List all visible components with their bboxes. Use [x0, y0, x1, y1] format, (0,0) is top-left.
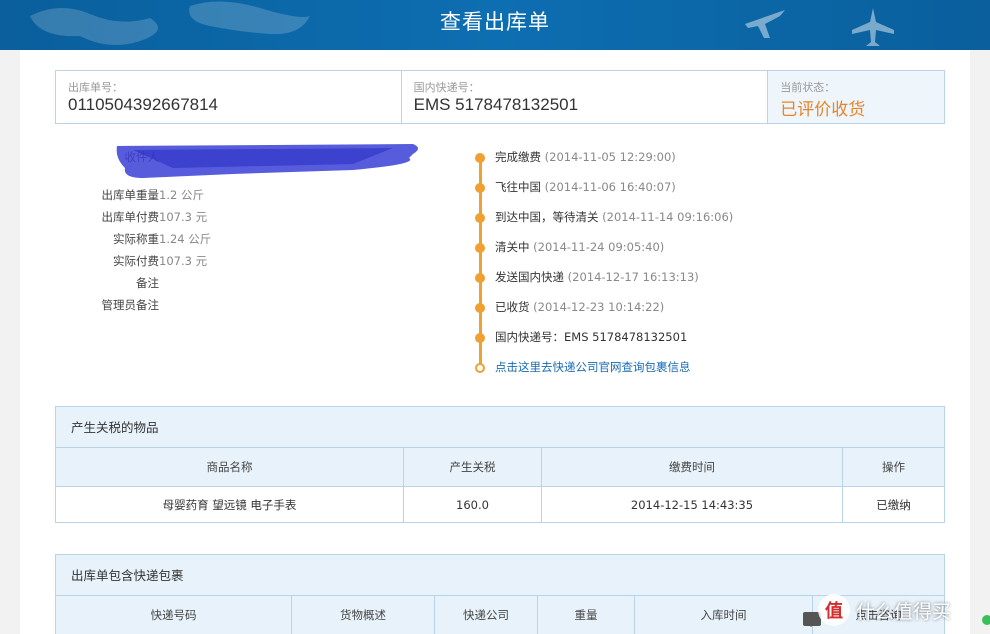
- page-title: 查看出库单: [440, 10, 550, 34]
- online-status-dot: [982, 615, 990, 625]
- shipping-timeline: 完成缴费 (2014-11-05 12:29:00) 飞往中国 (2014-11…: [475, 150, 815, 380]
- fee-label: 出库单付费: [101, 210, 160, 224]
- actual-weight-label: 实际称重: [113, 232, 159, 246]
- order-summary-bar: 出库单号： 0110504392667814 国内快递号： EMS 517847…: [55, 70, 945, 124]
- tax-items-panel: 产生关税的物品 商品名称 产生关税 缴费时间 操作 母婴药育 望远镜 电子手表 …: [55, 406, 945, 523]
- watermark-logo-icon: 值: [818, 594, 850, 626]
- timeline-dot: [475, 303, 485, 313]
- actual-fee-value: 107.3 元: [159, 254, 208, 268]
- order-number-cell: 出库单号： 0110504392667814: [56, 71, 402, 123]
- timeline-dot: [475, 183, 485, 193]
- column-header: 重量: [537, 596, 635, 634]
- courier-number-value: EMS 5178478132501: [413, 95, 579, 114]
- timeline-event: 已收货: [495, 300, 530, 314]
- column-header: 产生关税: [403, 448, 542, 487]
- actual-weight-value: 1.24 公斤: [159, 232, 212, 246]
- order-detail-card: 出库单号： 0110504392667814 国内快递号： EMS 517847…: [20, 50, 970, 634]
- column-header: 操作: [842, 448, 944, 487]
- redacted-recipient-name: [116, 144, 419, 178]
- timeline-time: (2014-12-17 16:13:13): [567, 270, 699, 284]
- column-header: 货物概述: [291, 596, 435, 634]
- column-header: 入库时间: [634, 596, 813, 634]
- tax-panel-title: 产生关税的物品: [56, 407, 944, 448]
- timeline-dot: [475, 333, 485, 343]
- timeline-time: (2014-11-05 12:29:00): [544, 150, 676, 164]
- actual-fee-label: 实际付费: [113, 254, 159, 268]
- tax-items-table: 商品名称 产生关税 缴费时间 操作 母婴药育 望远镜 电子手表 160.0 20…: [56, 448, 944, 522]
- timeline-time: (2014-11-24 09:05:40): [533, 240, 665, 254]
- column-header: 缴费时间: [541, 448, 843, 487]
- site-watermark: 值 什么值得买: [818, 590, 951, 630]
- tax-amount-cell: 160.0: [403, 486, 542, 522]
- column-header: 商品名称: [56, 448, 404, 487]
- weight-value: 1.2 公斤: [159, 188, 204, 202]
- status-label: 当前状态：: [780, 81, 836, 94]
- action-cell: 已缴纳: [876, 497, 911, 512]
- watermark-text: 什么值得买: [856, 600, 952, 623]
- product-name-cell: 母婴药育 望远镜 电子手表: [56, 486, 404, 522]
- table-row: 母婴药育 望远镜 电子手表 160.0 2014-12-15 14:43:35 …: [56, 486, 944, 522]
- packages-panel-title: 出库单包含快递包裹: [56, 555, 944, 596]
- fee-value: 107.3 元: [159, 210, 208, 224]
- timeline-time: (2014-11-14 09:16:06): [602, 210, 734, 224]
- courier-tracking-link[interactable]: 点击这里去快递公司官网查询包裹信息: [495, 359, 691, 375]
- timeline-event: 到达中国，等待清关: [495, 210, 599, 224]
- courier-number-label: 国内快递号：: [413, 81, 480, 94]
- table-header-row: 商品名称 产生关税 缴费时间 操作: [56, 448, 944, 487]
- timeline-event: 国内快递号：EMS 5178478132501: [495, 330, 688, 344]
- timeline-dot-end: [475, 363, 485, 373]
- timeline-dot: [475, 213, 485, 223]
- status-cell: 当前状态： 已评价收货: [768, 71, 944, 123]
- timeline-event: 发送国内快递: [495, 270, 564, 284]
- note-label: 备注: [136, 276, 159, 290]
- courier-number-cell: 国内快递号： EMS 5178478132501: [402, 71, 769, 123]
- weight-label: 出库单重量: [101, 188, 160, 202]
- timeline-dot: [475, 243, 485, 253]
- order-number-value: 0110504392667814: [68, 95, 219, 114]
- timeline-time: (2014-11-06 16:40:07): [544, 180, 676, 194]
- timeline-event: 清关中: [495, 240, 530, 254]
- page-header: 查看出库单: [0, 0, 990, 50]
- column-header: 快递号码: [56, 596, 292, 634]
- status-value: 已评价收货: [780, 100, 866, 120]
- timeline-time: (2014-12-23 10:14:22): [533, 300, 665, 314]
- column-header: 快递公司: [434, 596, 538, 634]
- timeline-dot: [475, 273, 485, 283]
- admin-note-label: 管理员备注: [101, 298, 160, 312]
- timeline-dot: [475, 153, 485, 163]
- timeline-event: 完成缴费: [495, 150, 541, 164]
- order-number-label: 出库单号：: [68, 81, 123, 94]
- timeline-event: 飞往中国: [495, 180, 541, 194]
- payment-time-cell: 2014-12-15 14:43:35: [541, 486, 843, 522]
